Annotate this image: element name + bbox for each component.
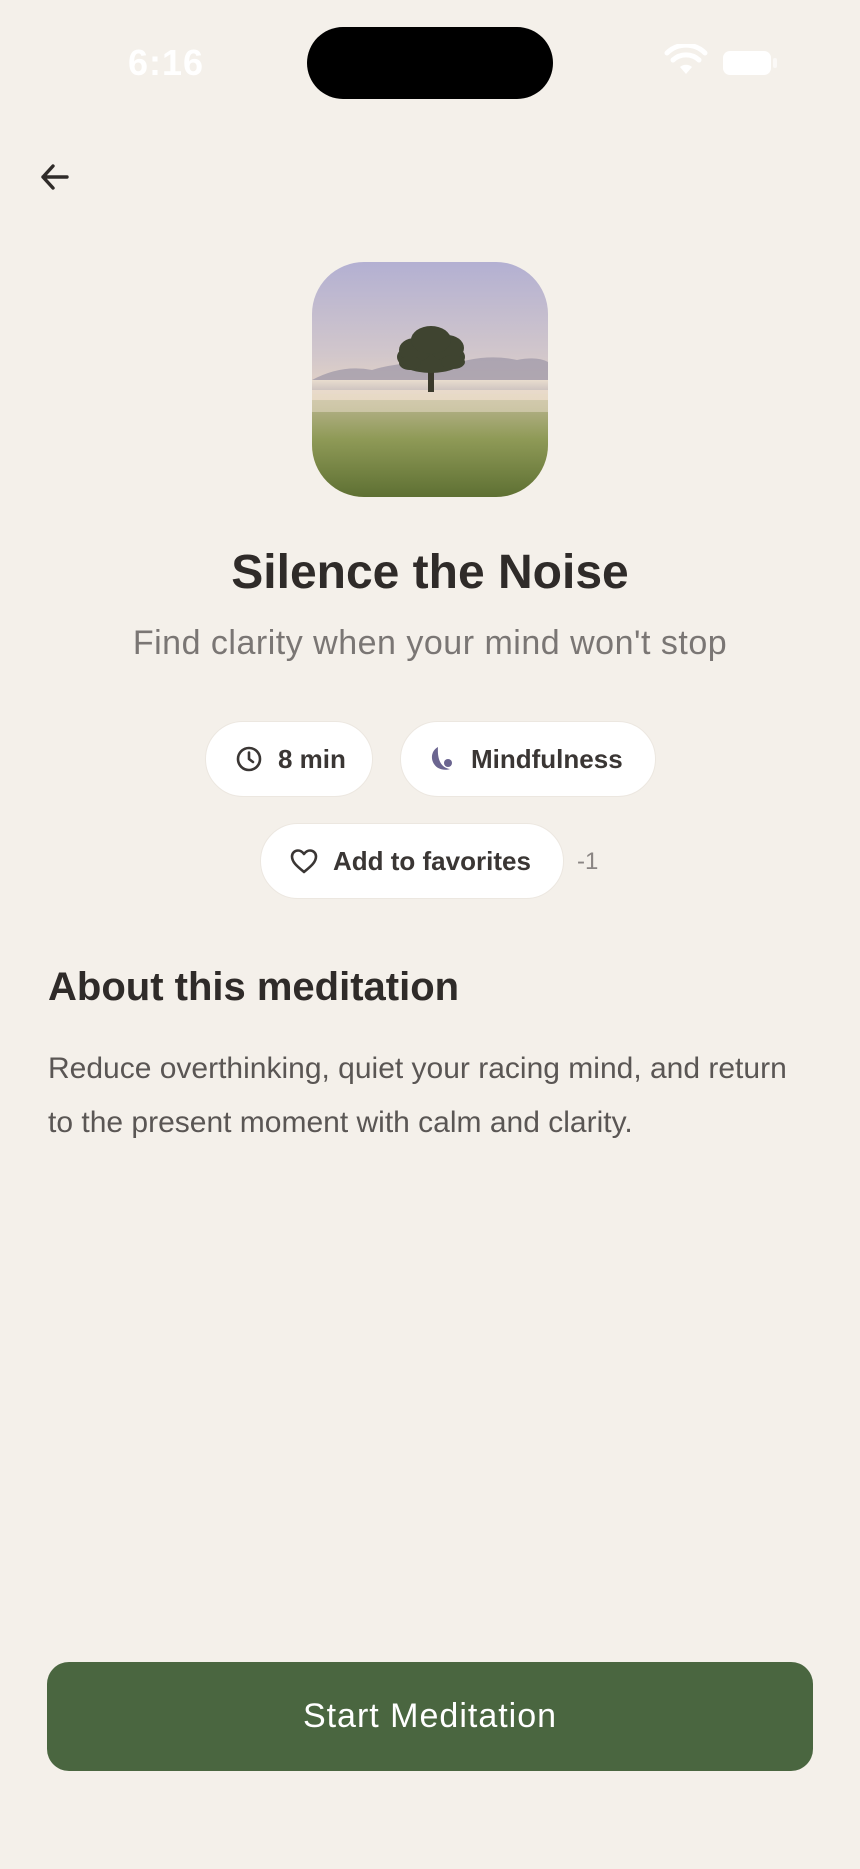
meditation-cover-image	[312, 262, 548, 497]
wifi-icon	[664, 44, 708, 74]
favorite-count: -1	[577, 848, 599, 875]
duration-label: 8 min	[278, 743, 346, 774]
arrow-left-icon	[41, 164, 69, 190]
meditation-title: Silence the Noise	[231, 546, 629, 599]
duration-chip: 8 min	[205, 721, 373, 797]
back-button[interactable]	[30, 152, 80, 202]
category-label: Mindfulness	[471, 743, 623, 774]
status-bar: 6:16	[0, 0, 860, 120]
clock-icon	[234, 744, 264, 774]
meditation-subtitle: Find clarity when your mind won't stop	[132, 624, 728, 662]
about-description: Reduce overthinking, quiet your racing m…	[48, 1052, 787, 1139]
add-to-favorites-label: Add to favorites	[333, 845, 531, 876]
moon-icon	[427, 744, 457, 774]
heart-icon	[289, 846, 319, 876]
start-meditation-label: Start Meditation	[302, 1697, 558, 1735]
dynamic-island	[307, 27, 553, 99]
battery-icon	[723, 51, 777, 75]
about-heading: About this meditation	[48, 965, 460, 1009]
status-time: 6:16	[128, 42, 205, 83]
start-meditation-button[interactable]: Start Meditation	[47, 1662, 813, 1771]
category-chip: Mindfulness	[400, 721, 656, 797]
add-to-favorites-button[interactable]: Add to favorites	[260, 823, 564, 899]
